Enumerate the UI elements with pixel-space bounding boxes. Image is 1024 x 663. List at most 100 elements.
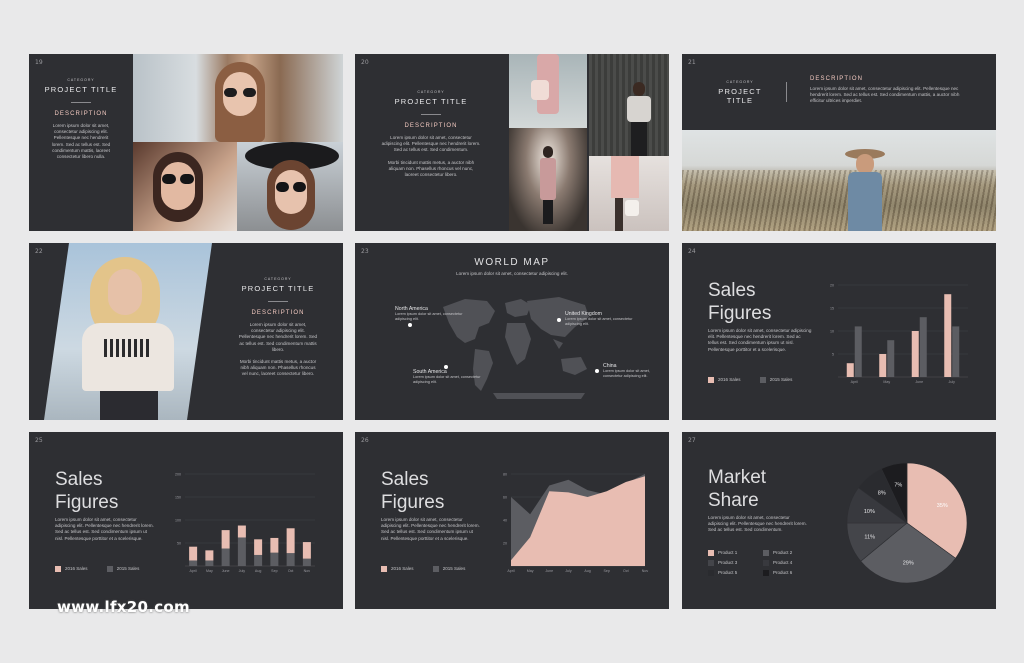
x-tick-label: May: [883, 380, 890, 384]
bar-2015: [887, 340, 895, 377]
legend-label: Product 2: [773, 550, 793, 556]
slide-27[interactable]: 27 Market Share Lorem ipsum dolor sit am…: [682, 432, 996, 609]
y-tick-label: 80: [503, 473, 507, 477]
slide-number: 19: [35, 59, 43, 66]
slide-number: 27: [688, 437, 696, 444]
slide-number: 20: [361, 59, 369, 66]
legend-item: Product 1: [708, 550, 763, 556]
bar-2016: [286, 528, 295, 554]
y-tick-label: 15: [830, 307, 834, 311]
bar-2015: [302, 558, 311, 566]
legend-label: Product 3: [718, 560, 738, 566]
x-tick-label: Aug: [255, 569, 261, 573]
legend-swatch: [708, 570, 714, 576]
photo-pink-skirt: [589, 156, 669, 231]
y-tick-label: 20: [503, 542, 507, 546]
x-tick-label: Nov: [642, 569, 649, 573]
pie-label: 8%: [878, 490, 886, 496]
slide-21[interactable]: 21 CATEGORY PROJECT TITLE DESCRIPTION Lo…: [682, 54, 996, 231]
photo-woman-white-top: [589, 54, 669, 156]
y-tick-label: 20: [830, 284, 834, 288]
pie-label: 29%: [903, 561, 914, 567]
slide-number: 26: [361, 437, 369, 444]
legend-item: Product 2: [763, 550, 818, 556]
pie-legend: Product 1 Product 2 Product 3 Product 4 …: [708, 550, 818, 576]
slide-number: 21: [688, 59, 696, 66]
x-tick-label: July: [239, 569, 246, 573]
slide-title-line-1: Market: [708, 467, 767, 488]
bar-2015: [286, 553, 295, 566]
photo-woman-sunglasses: [133, 142, 237, 231]
slide-24[interactable]: 24 Sales Figures Lorem ipsum dolor sit a…: [682, 243, 996, 420]
bar-2015: [189, 560, 198, 566]
marker-south-america: [444, 365, 448, 369]
map-subtitle: Lorem ipsum dolor sit amet, consectetur …: [456, 271, 568, 276]
description-heading: DESCRIPTION: [251, 310, 305, 316]
bar-2016: [270, 537, 279, 553]
slide-number: 24: [688, 248, 696, 255]
bar-2015: [254, 554, 263, 566]
x-tick-label: June: [222, 569, 230, 573]
slide-19[interactable]: 19 CATEGORY PROJECT TITLE DESCRIPTION Lo…: [29, 54, 343, 231]
y-tick-label: 200: [175, 473, 181, 477]
slide-26[interactable]: 26 Sales Figures Lorem ipsum dolor sit a…: [355, 432, 669, 609]
category-label: CATEGORY: [417, 90, 445, 94]
pie-chart: 35% 29% 11% 10% 8% 7%: [846, 462, 968, 584]
legend-label: 2015 Sales: [442, 566, 466, 572]
y-tick-label: 10: [830, 330, 834, 334]
description-text: Lorem ipsum dolor sit amet, consectetur …: [51, 123, 111, 160]
legend-item: Product 4: [763, 560, 818, 566]
bar-chart: 20 15 10 5 April May June July: [830, 284, 968, 384]
label-text: Lorem ipsum dolor sit amet, consectetur …: [565, 317, 633, 326]
slide-25[interactable]: 25 Sales Figures Lorem ipsum dolor sit a…: [29, 432, 343, 609]
bar-2016: [944, 294, 952, 377]
legend-label: Product 6: [773, 570, 793, 576]
bar-2016: [846, 363, 854, 377]
y-tick-label: 100: [175, 519, 181, 523]
description-text: Lorem ipsum dolor sit amet, consectetur …: [238, 322, 318, 352]
legend-label: Product 1: [718, 550, 738, 556]
slide-title-line-1: Sales: [55, 469, 103, 490]
legend-label: Product 5: [718, 570, 738, 576]
marker-united-kingdom: [557, 318, 561, 322]
watermark: www.lfx20.com: [57, 598, 190, 616]
stacked-bar-chart: 200 150 100 50 April May June July Aug Sep Oct Nov: [175, 473, 315, 573]
x-tick-label: Sep: [271, 569, 277, 573]
description-heading: DESCRIPTION: [54, 111, 108, 117]
divider: [268, 301, 288, 302]
slide-20[interactable]: 20 CATEGORY PROJECT TITLE DESCRIPTION Lo…: [355, 54, 669, 231]
x-tick-label: July: [949, 380, 956, 384]
label-china: China Lorem ipsum dolor sit amet, consec…: [603, 363, 665, 379]
chart-legend: 2016 Sales 2015 Sales: [381, 566, 465, 572]
category-label: CATEGORY: [264, 277, 292, 281]
description-heading: DESCRIPTION: [810, 76, 864, 82]
x-tick-label: Sep: [604, 569, 610, 573]
photo-blonde-woman: [44, 243, 212, 420]
bar-2016: [879, 354, 887, 377]
slide-body: Lorem ipsum dolor sit amet, consectetur …: [708, 328, 812, 352]
slide-22[interactable]: 22 CATEGORY PROJECT TITLE DESCRIPTION Lo…: [29, 243, 343, 420]
pie-label: 11%: [864, 534, 875, 540]
legend-label: 2015 Sales: [116, 566, 140, 572]
legend-label: 2016 Sales: [391, 566, 414, 572]
photo-woman-stairs: [133, 54, 343, 142]
area-chart: 80 60 40 20 April May June July Aug Sep Oct Nov: [503, 473, 649, 574]
project-title: PROJECT TITLE: [44, 85, 118, 94]
y-tick-label: 40: [503, 519, 507, 523]
x-tick-label: May: [527, 569, 534, 573]
legend-item: Product 6: [763, 570, 818, 576]
description-text-2: Morbi tincidunt mattis metus, a auctor n…: [239, 359, 317, 377]
slide-title-line-1: Sales: [708, 280, 756, 301]
slide-number: 25: [35, 437, 43, 444]
slide-23[interactable]: 23 WORLD MAP Lorem ipsum dolor sit amet,…: [355, 243, 669, 420]
bar-2016: [911, 331, 919, 377]
slide-title-line-2: Figures: [55, 492, 119, 513]
vertical-divider: [786, 82, 787, 102]
slide-title-line-2: Share: [708, 490, 759, 511]
bar-2015: [919, 317, 927, 377]
legend-swatch: [763, 560, 769, 566]
divider: [71, 102, 91, 103]
label-text: Lorem ipsum dolor sit amet, consectetur …: [395, 312, 463, 321]
label-text: Lorem ipsum dolor sit amet, consectetur …: [603, 369, 650, 378]
legend-label: 2016 Sales: [65, 566, 88, 572]
